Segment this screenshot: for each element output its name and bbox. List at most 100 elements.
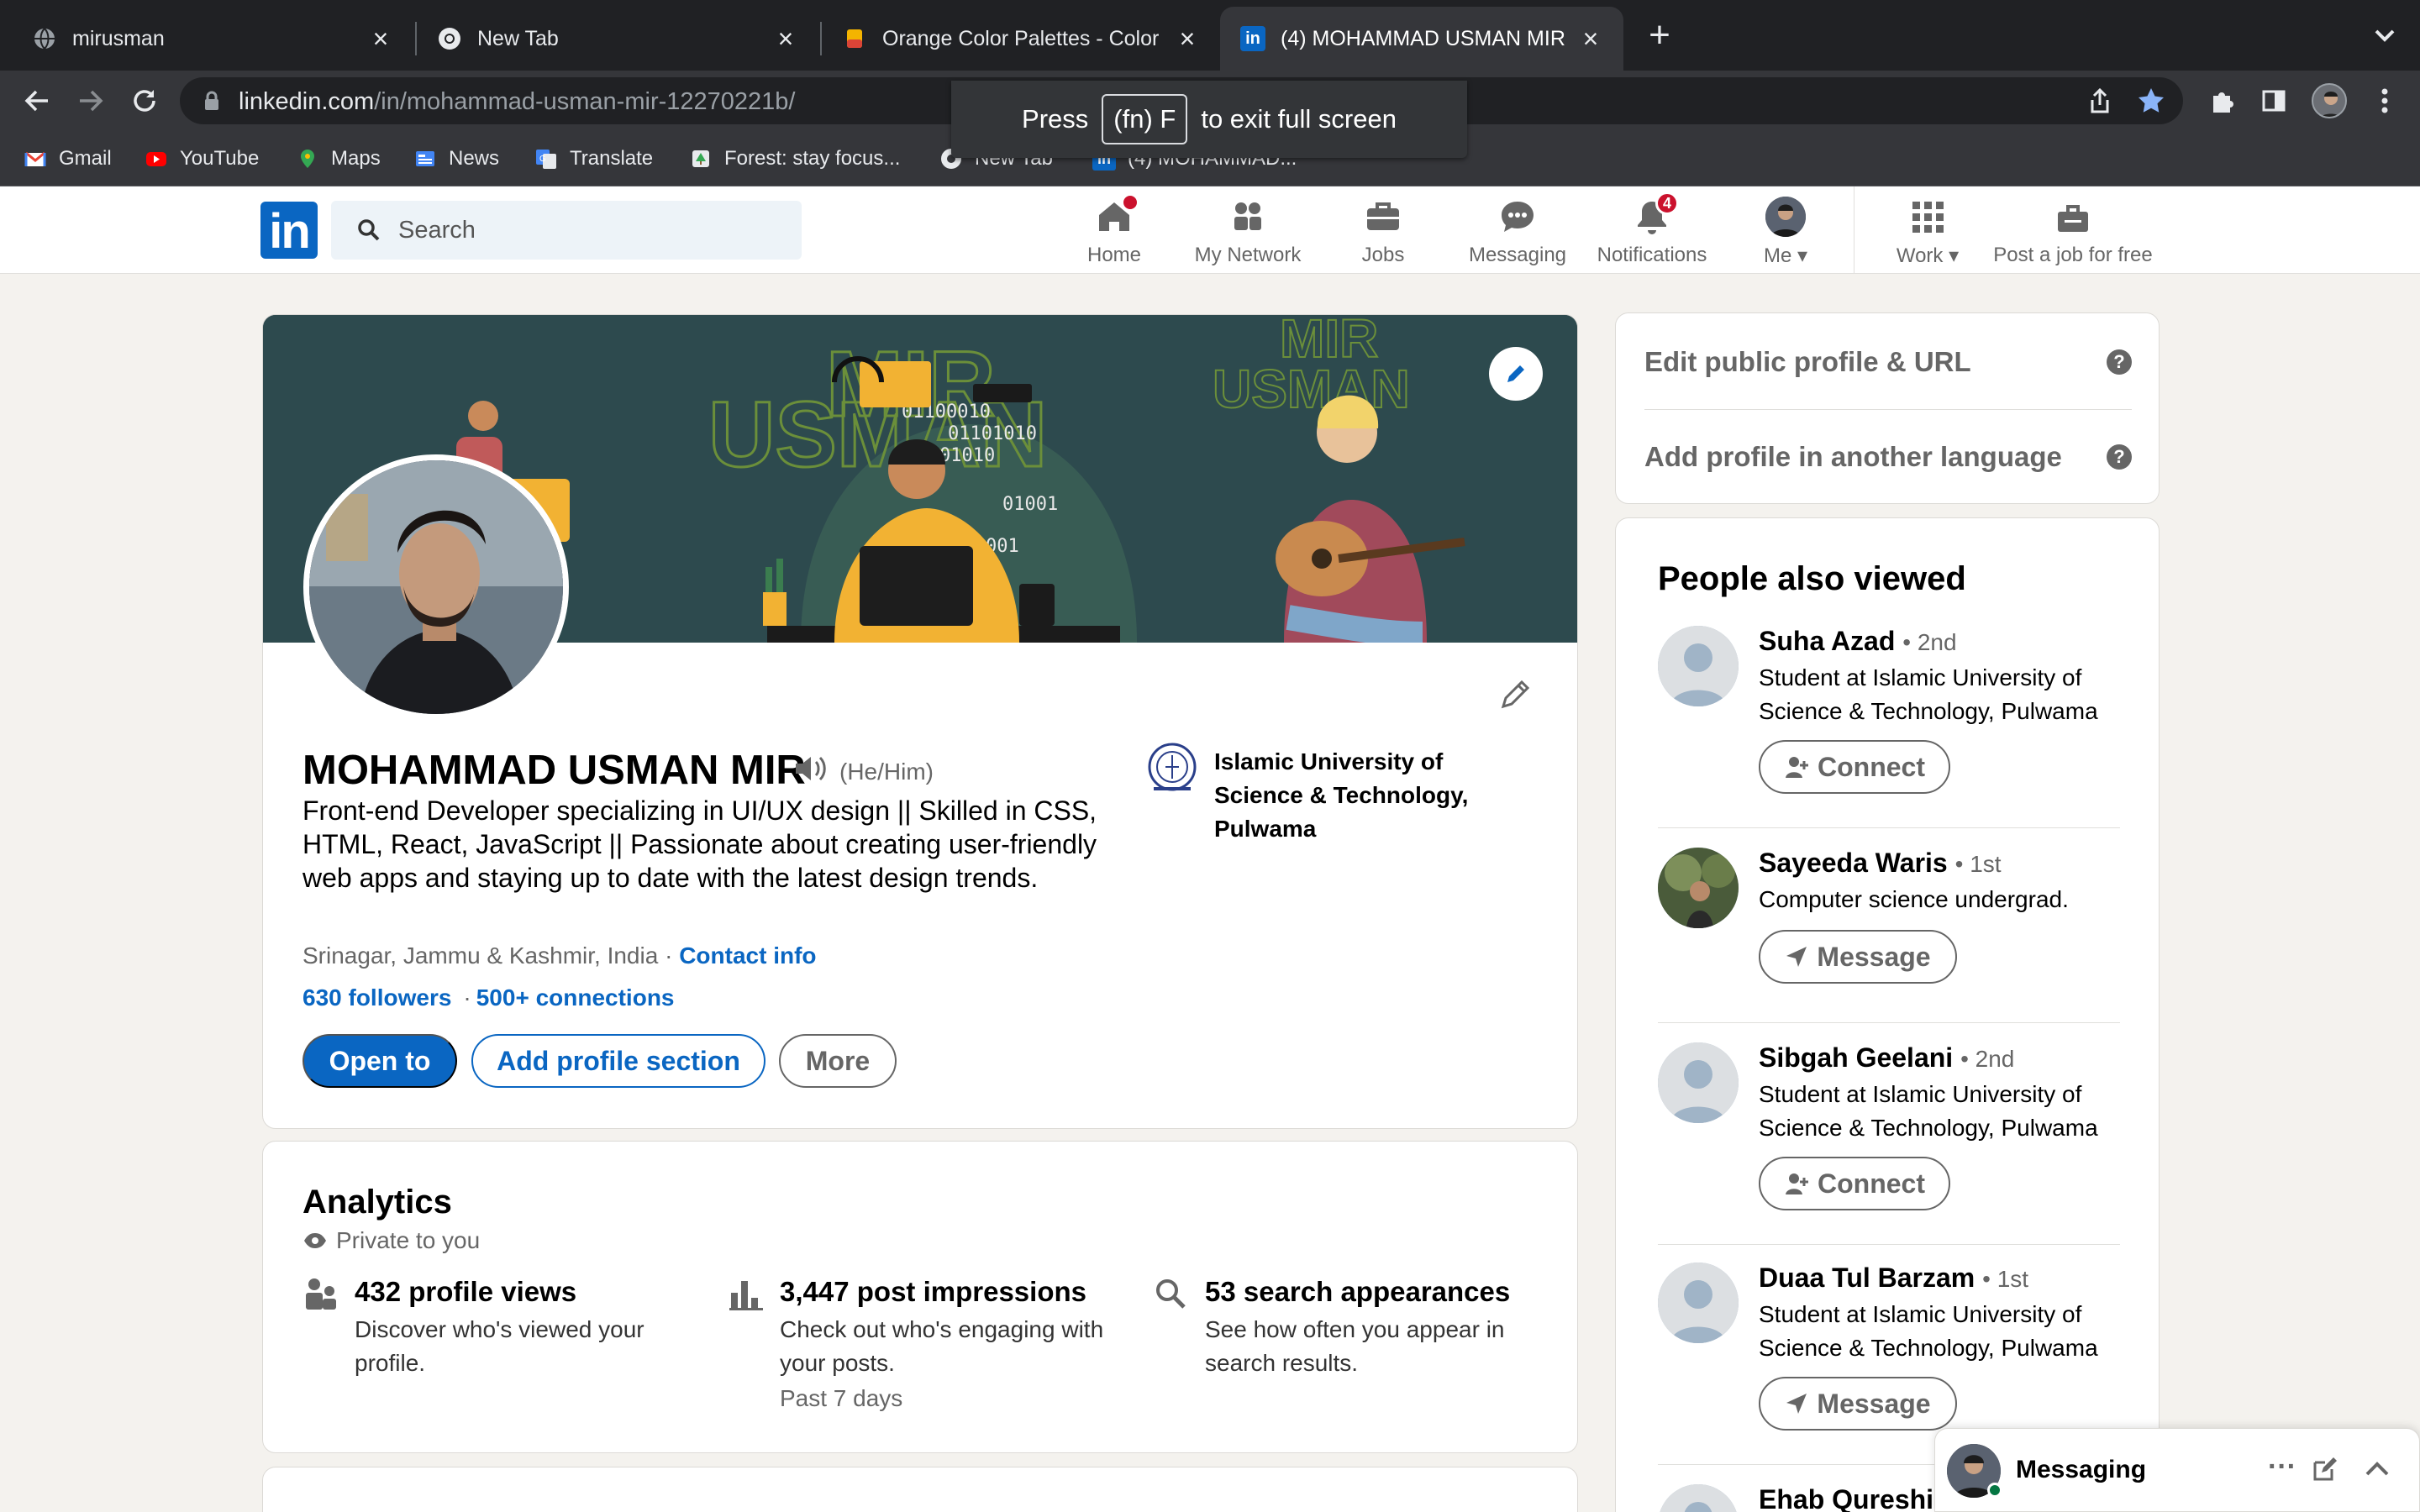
new-tab-button[interactable]: + (1643, 17, 1676, 54)
person-headline: Student at Islamic University of Science… (1759, 1081, 2098, 1141)
person-name[interactable]: Duaa Tul Barzam • 1st (1759, 1263, 2028, 1294)
lock-icon (205, 91, 218, 110)
bookmark-gmail[interactable]: Gmail (24, 144, 112, 173)
message-button[interactable]: Message (1759, 1377, 1957, 1431)
banner-binary-3: 01010 (939, 445, 995, 466)
add-person-icon (1786, 1173, 1808, 1194)
nav-work[interactable]: Work ▾ (1887, 186, 1968, 274)
profile-name: MOHAMMAD USMAN MIR (302, 748, 806, 793)
nav-me[interactable]: Me ▾ (1748, 186, 1823, 274)
back-button[interactable] (17, 81, 57, 121)
add-person-icon (1786, 757, 1808, 778)
person-name[interactable]: Sayeeda Waris • 1st (1759, 848, 2002, 879)
nav-post-job[interactable]: Post a job for free (1986, 186, 2160, 274)
close-icon[interactable]: × (368, 24, 393, 55)
svg-text:G: G (539, 155, 546, 164)
avatar[interactable] (1658, 1484, 1739, 1512)
help-icon[interactable]: ? (2107, 349, 2132, 375)
connections-link[interactable]: 500+ connections (476, 984, 675, 1011)
ellipsis-icon[interactable]: ··· (2268, 1451, 2296, 1483)
browser-tab-active[interactable]: in (4) MOHAMMAD USMAN MIR | × (1220, 7, 1623, 71)
connect-button[interactable]: Connect (1759, 740, 1950, 794)
gmail-icon (24, 151, 46, 166)
chrome-menu-button[interactable] (2365, 81, 2405, 121)
profile-photo-image (309, 460, 563, 714)
profile-avatar-button[interactable] (2309, 81, 2349, 121)
nav-notifications[interactable]: 4 Notifications (1590, 186, 1714, 274)
eye-icon (304, 1233, 326, 1248)
bookmark-star-icon[interactable] (2136, 86, 2166, 116)
bookmark-translate[interactable]: G Translate (534, 144, 653, 173)
profile-photo[interactable] (303, 454, 569, 720)
side-panel-icon (2262, 90, 2286, 112)
person-name[interactable]: Ehab Qureshi (1759, 1484, 1933, 1512)
close-icon[interactable]: × (1578, 24, 1603, 55)
help-icon[interactable]: ? (2107, 444, 2132, 470)
close-icon[interactable]: × (773, 24, 798, 55)
browser-tab-strip: mirusman × New Tab × Orange Color Palett… (0, 0, 2420, 71)
add-language-profile-link[interactable]: Add profile in another language ? (1644, 410, 2132, 504)
banner-binary-2: 01101010 (948, 423, 1037, 444)
avatar[interactable] (1658, 626, 1739, 706)
bookmark-forest[interactable]: Forest: stay focus... (689, 144, 900, 173)
browser-tab[interactable]: mirusman × (12, 7, 413, 71)
bar-chart-icon (729, 1281, 763, 1310)
forest-icon (692, 150, 709, 167)
linkedin-logo[interactable]: in (260, 202, 318, 259)
person-name[interactable]: Suha Azad • 2nd (1759, 626, 1957, 657)
list-item: Sibgah Geelani • 2nd Student at Islamic … (1658, 1042, 2120, 1219)
chevron-down-icon[interactable] (2368, 18, 2402, 52)
bookmark-youtube[interactable]: YouTube (145, 144, 259, 173)
school-name[interactable]: Islamic University of Science & Technolo… (1214, 745, 1491, 846)
linkedin-global-nav: in Home My Network Jobs Messaging 4 No (0, 186, 2420, 274)
person-headline: Student at Islamic University of Science… (1759, 664, 2098, 724)
extensions-button[interactable] (2202, 81, 2242, 121)
network-icon (1234, 202, 1261, 230)
speaker-icon[interactable] (792, 753, 829, 784)
nav-jobs[interactable]: Jobs (1349, 186, 1417, 274)
school-logo[interactable] (1147, 742, 1197, 797)
messaging-icon (1502, 202, 1534, 232)
compose-icon[interactable] (2312, 1456, 2338, 1483)
person-headline: Computer science undergrad. (1759, 886, 2069, 912)
nav-messaging[interactable]: Messaging (1459, 186, 1576, 274)
avatar[interactable] (1658, 1263, 1739, 1343)
list-item: Duaa Tul Barzam • 1st Student at Islamic… (1658, 1263, 2120, 1439)
share-icon[interactable] (2087, 87, 2112, 114)
side-panel-button[interactable] (2254, 81, 2294, 121)
contact-info-link[interactable]: Contact info (679, 942, 816, 969)
open-to-button[interactable]: Open to (302, 1034, 457, 1088)
reload-button[interactable] (124, 81, 165, 121)
bookmark-maps[interactable]: Maps (296, 144, 381, 173)
people-icon (306, 1278, 336, 1310)
nav-home[interactable]: Home (1081, 186, 1148, 274)
add-profile-section-button[interactable]: Add profile section (471, 1034, 765, 1088)
connect-button[interactable]: Connect (1759, 1157, 1950, 1210)
person-name[interactable]: Sibgah Geelani • 2nd (1759, 1042, 2014, 1074)
avatar[interactable] (1658, 1042, 1739, 1123)
banner-binary-4: 01001 (1002, 494, 1058, 515)
search-icon (358, 219, 380, 241)
palette-icon (847, 29, 862, 48)
privacy-note: Private to you (302, 1227, 480, 1254)
messaging-dock[interactable]: Messaging ··· (1934, 1428, 2420, 1512)
edit-banner-button[interactable] (1489, 347, 1543, 401)
followers-link[interactable]: 630 followers (302, 984, 451, 1011)
edit-intro-button[interactable] (1491, 671, 1539, 718)
avatar[interactable] (1658, 848, 1739, 928)
more-button[interactable]: More (779, 1034, 897, 1088)
close-icon[interactable]: × (1175, 24, 1200, 55)
forward-button[interactable] (71, 81, 111, 121)
edit-public-profile-link[interactable]: Edit public profile & URL ? (1644, 315, 2132, 409)
caret-down-icon: ▾ (1797, 244, 1808, 267)
post-job-icon (2058, 205, 2088, 232)
browser-tab[interactable]: New Tab × (417, 7, 818, 71)
bookmark-news[interactable]: News (413, 144, 499, 173)
browser-tab[interactable]: Orange Color Palettes - Color I × (822, 7, 1220, 71)
chevron-up-icon[interactable] (2364, 1457, 2391, 1481)
nav-my-network[interactable]: My Network (1186, 186, 1309, 274)
search-input[interactable] (398, 201, 785, 260)
search-box[interactable] (331, 201, 802, 260)
message-button[interactable]: Message (1759, 930, 1957, 984)
caret-down-icon: ▾ (1949, 244, 1960, 267)
